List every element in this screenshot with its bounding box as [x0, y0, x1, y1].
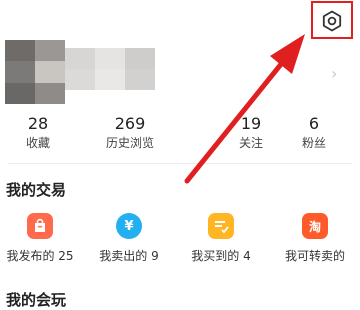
- stat-value: 28: [27, 114, 49, 133]
- username-mosaic-cell: [95, 69, 125, 90]
- stat-favorites[interactable]: 28 收藏: [0, 114, 78, 152]
- trade-item-published[interactable]: 我发布的 25: [0, 213, 80, 264]
- avatar-mosaic-cell: [5, 82, 35, 104]
- checklist-icon: [208, 213, 234, 239]
- divider: [8, 163, 352, 164]
- profile-screen: › 28 收藏 269 历史浏览 19 关注 6 粉丝 我的交易 我发布的 25…: [0, 0, 360, 309]
- stat-value: 269: [114, 114, 146, 133]
- stat-label: 粉丝: [301, 136, 326, 150]
- stat-history[interactable]: 269 历史浏览: [90, 114, 170, 152]
- trade-label: 我卖出的 9: [99, 249, 159, 263]
- username-mosaic-cell: [125, 48, 155, 69]
- avatar-mosaic-cell: [35, 61, 65, 83]
- avatar[interactable]: [5, 40, 65, 104]
- settings-button[interactable]: [318, 7, 346, 35]
- trade-item-bought[interactable]: 我买到的 4: [181, 213, 261, 264]
- stat-followers[interactable]: 6 粉丝: [274, 114, 354, 152]
- avatar-mosaic-cell: [35, 82, 65, 104]
- trade-item-sold[interactable]: ¥ 我卖出的 9: [89, 213, 169, 264]
- gear-icon: [322, 10, 342, 32]
- trade-label: 我发布的 25: [6, 249, 74, 263]
- bag-icon: [27, 213, 53, 239]
- username-blurred: [65, 48, 155, 90]
- username-mosaic-cell: [95, 48, 125, 69]
- avatar-mosaic-cell: [5, 61, 35, 83]
- tao-icon: 淘: [302, 213, 328, 239]
- profile-chevron-right-icon[interactable]: ›: [331, 64, 337, 83]
- trade-label: 我可转卖的: [284, 249, 345, 263]
- stat-label: 历史浏览: [105, 136, 154, 150]
- username-mosaic-cell: [65, 69, 95, 90]
- avatar-mosaic-cell: [5, 40, 35, 62]
- tao-glyph: 淘: [308, 219, 321, 234]
- trade-label: 我买到的 4: [191, 249, 251, 263]
- avatar-mosaic-cell: [35, 40, 65, 62]
- trade-section-title: 我的交易: [6, 181, 67, 199]
- username-mosaic-cell: [65, 48, 95, 69]
- yen-glyph: ¥: [124, 218, 134, 234]
- yen-icon: ¥: [116, 213, 142, 239]
- username-mosaic-cell: [125, 69, 155, 90]
- stat-value: 6: [308, 114, 320, 133]
- trade-item-resellable[interactable]: 淘 我可转卖的: [275, 213, 355, 264]
- stats-row: 28 收藏 269 历史浏览 19 关注 6 粉丝: [0, 114, 360, 158]
- stat-label: 收藏: [25, 136, 50, 150]
